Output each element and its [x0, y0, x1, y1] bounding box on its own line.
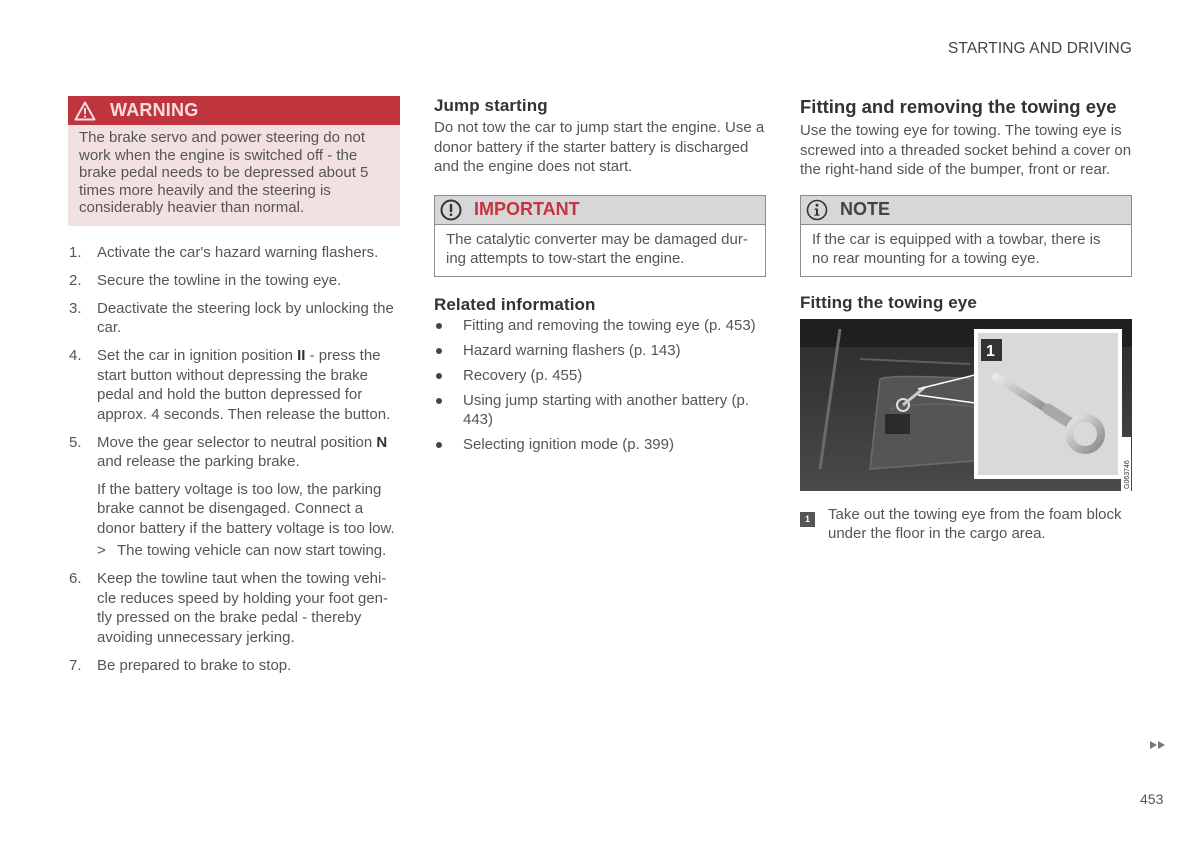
warning-text: The brake servo and power steering do no… — [79, 129, 369, 216]
cargo-area-image: 1 G063746 — [800, 318, 1132, 491]
result-marker: > — [97, 542, 106, 559]
related-heading: Related information — [434, 294, 596, 314]
related-link[interactable]: Recovery (p. 455) — [434, 366, 766, 386]
image-code: G063746 — [1124, 460, 1131, 489]
warning-header: WARNING — [68, 96, 400, 125]
related-information: Related information Fitting and removing… — [434, 295, 766, 455]
related-link[interactable]: Using jump starting with another battery… — [434, 391, 766, 430]
fitting-eye-heading: Fitting the towing eye — [800, 292, 977, 312]
caption-text: Take out the towing eye from the foam bl… — [828, 505, 1122, 543]
next-page-icon[interactable] — [1149, 737, 1167, 755]
note-text: If the car is equipped with a towbar, th… — [812, 230, 1101, 268]
fitting-text: Use the towing eye for towing. The towin… — [800, 122, 1132, 178]
towing-eye-illustration: 1 G063746 — [800, 318, 1132, 491]
note-header: NOTE — [801, 195, 1131, 225]
step-result: > The towing vehicle can now start towing… — [97, 542, 387, 559]
step-item: 3. Deactivate the steering lock by unlock… — [69, 299, 394, 337]
jump-starting-heading: Jump starting — [434, 96, 548, 115]
jump-starting-text: Do not tow the car to jump start the eng… — [434, 119, 765, 175]
fitting-heading: Fitting and removing the towing eye — [800, 96, 1117, 117]
important-title: IMPORTANT — [474, 199, 580, 219]
column-left: WARNING The brake servo and power steeri… — [68, 96, 400, 684]
figure-caption: 1 Take out the towing eye from the foam … — [800, 505, 1132, 544]
important-header: IMPORTANT — [435, 195, 765, 225]
related-link[interactable]: Hazard warning flashers (p. 143) — [434, 341, 766, 361]
bullet-icon — [436, 372, 442, 379]
step-item: 5. Move the gear selector to neutral posi… — [68, 433, 400, 561]
related-link[interactable]: Fitting and removing the towing eye (p. … — [434, 316, 766, 336]
towing-steps: 1. Activate the car's hazard warning flas… — [68, 243, 400, 676]
bullet-icon — [436, 442, 442, 448]
bullet-icon — [436, 347, 442, 354]
page-number: 453 — [1140, 791, 1164, 807]
step-item: 6. Keep the towline taut when the towing … — [69, 570, 389, 646]
step-note: If the battery voltage is too low, the p… — [97, 480, 395, 537]
note-title: NOTE — [840, 199, 891, 219]
note-box: NOTE If the car is equipped with a towba… — [800, 194, 1132, 277]
figure-callout-number: 1 — [986, 343, 995, 360]
running-head: STARTING AND DRIVING — [947, 40, 1132, 57]
related-link[interactable]: Selecting ignition mode (p. 399) — [434, 435, 766, 455]
exclamation-circle-icon — [440, 199, 462, 220]
caption-badge: 1 — [800, 511, 815, 527]
related-list: Fitting and removing the towing eye (p. … — [434, 316, 766, 455]
step-item: 2. Secure the towline in the towing eye. — [69, 271, 342, 289]
step-item: 7. Be prepared to brake to stop. — [69, 656, 292, 674]
step-item: 4. Set the car in ignition position II - … — [69, 347, 391, 423]
column-right: Fitting and removing the towing eye Use … — [800, 96, 1132, 544]
info-circle-icon — [806, 199, 828, 220]
bullet-icon — [436, 397, 442, 404]
warning-box: WARNING The brake servo and power steeri… — [68, 96, 400, 226]
warning-triangle-icon — [74, 101, 96, 120]
step-item: 1. Activate the car's hazard warning flas… — [69, 243, 379, 261]
bullet-icon — [436, 322, 442, 329]
warning-title: WARNING — [110, 100, 199, 120]
double-triangle-right-icon — [1150, 741, 1165, 749]
neutral-position: N — [376, 433, 388, 451]
important-box: IMPORTANT The catalytic converter may be… — [434, 194, 766, 277]
column-middle: Jump starting Do not tow the car to jump… — [434, 96, 766, 460]
important-text: The catalytic converter may be damaged d… — [446, 230, 748, 268]
